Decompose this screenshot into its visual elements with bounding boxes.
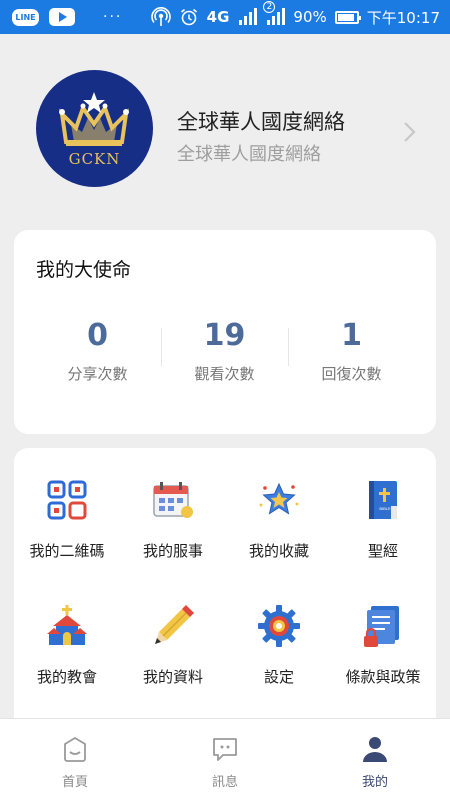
mission-card: 我的大使命 0 分享次數 19 觀看次數 1 回復次數 <box>14 230 436 434</box>
grid-item-ministry[interactable]: 我的服事 <box>120 478 226 561</box>
grid-item-bible[interactable]: BIBLE 聖經 <box>330 478 436 561</box>
network-type: 4G <box>206 8 230 26</box>
grid-label: 我的教會 <box>36 668 97 686</box>
home-icon <box>64 737 86 762</box>
hotspot-icon <box>150 7 171 27</box>
grid-item-qr-code[interactable]: 我的二維碼 <box>14 478 120 561</box>
grid-label: 我的服事 <box>142 542 203 560</box>
chevron-right-icon[interactable] <box>400 120 420 144</box>
grid-item-settings[interactable]: 設定 <box>226 604 332 687</box>
gear-icon <box>258 605 300 647</box>
grid-item-profile-data[interactable]: 我的資料 <box>120 604 226 687</box>
nav-label: 我的 <box>361 775 388 790</box>
signal-icon <box>237 7 258 27</box>
stat-value: 0 <box>87 318 108 353</box>
svg-text:BIBLE: BIBLE <box>379 506 391 511</box>
user-icon <box>363 737 387 762</box>
message-icon <box>213 738 237 761</box>
church-icon <box>47 605 87 645</box>
stat-replies[interactable]: 1 回復次數 <box>289 318 414 384</box>
stat-label: 觀看次數 <box>194 365 255 383</box>
nav-label: 首頁 <box>61 775 88 790</box>
nav-item-messages[interactable]: 訊息 <box>150 735 300 790</box>
stat-value: 19 <box>203 318 246 353</box>
clock: 下午10:17 <box>366 8 440 27</box>
mission-title: 我的大使命 <box>36 259 132 281</box>
grid-item-terms[interactable]: 條款與政策 <box>330 604 436 687</box>
crown-logo-icon <box>59 92 129 146</box>
star-icon <box>259 482 299 515</box>
calendar-icon <box>153 482 193 518</box>
profile-header[interactable]: GCKN 全球華人國度網絡 全球華人國度網絡 <box>0 70 450 190</box>
nav-item-me[interactable]: 我的 <box>300 735 450 790</box>
stat-views[interactable]: 19 觀看次數 <box>162 318 287 384</box>
nav-item-home[interactable]: 首頁 <box>0 735 150 790</box>
profile-subtitle: 全球華人國度網絡 <box>177 144 321 165</box>
stat-label: 回復次數 <box>321 365 382 383</box>
bible-icon: BIBLE <box>369 481 397 519</box>
battery-icon <box>334 10 361 24</box>
avatar[interactable]: GCKN <box>36 70 153 187</box>
status-bar: LINE ··· 4G 2 90% 下午10:17 <box>0 0 450 34</box>
stat-shares[interactable]: 0 分享次數 <box>35 318 160 384</box>
grid-label: 聖經 <box>367 542 398 560</box>
grid-label: 我的收藏 <box>248 542 309 560</box>
more-notifications-indicator: ··· <box>103 9 123 25</box>
bottom-navigation: 首頁 訊息 我的 <box>0 718 450 800</box>
nav-label: 訊息 <box>211 775 238 790</box>
signal-sim2-icon: 2 <box>263 1 286 27</box>
alarm-icon <box>179 7 199 27</box>
line-app-icon: LINE <box>12 8 39 26</box>
youtube-app-icon <box>49 8 75 26</box>
battery-percent: 90% <box>293 8 327 26</box>
profile-name: 全球華人國度網絡 <box>177 110 345 134</box>
grid-item-church[interactable]: 我的教會 <box>14 604 120 687</box>
stat-label: 分享次數 <box>67 365 128 383</box>
pencil-icon <box>155 605 194 644</box>
grid-label: 我的二維碼 <box>29 542 105 560</box>
stat-value: 1 <box>341 318 362 353</box>
grid-label: 設定 <box>263 668 294 686</box>
grid-label: 我的資料 <box>142 668 203 686</box>
logo-text: GCKN <box>68 150 121 168</box>
grid-item-favorites[interactable]: 我的收藏 <box>226 478 332 561</box>
qr-code-icon <box>47 480 87 520</box>
grid-label: 條款與政策 <box>345 668 421 686</box>
document-lock-icon <box>364 606 399 647</box>
